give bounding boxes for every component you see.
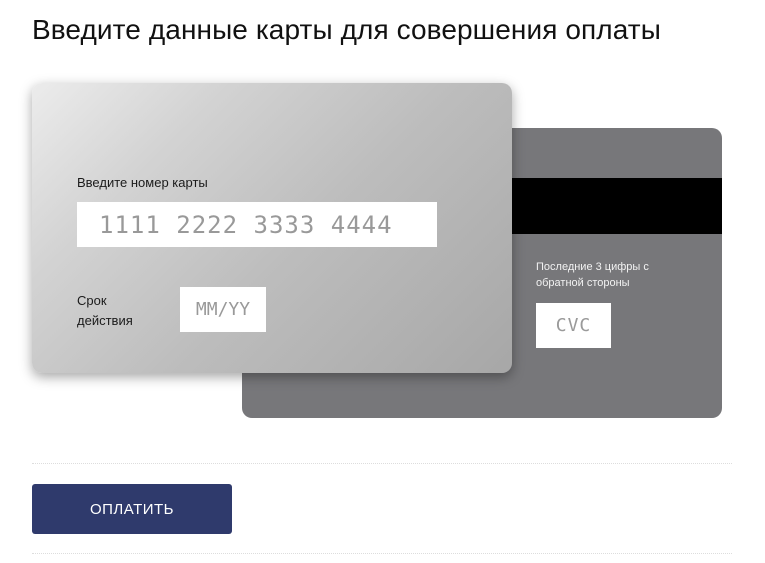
- expiry-label: Срок действия: [77, 293, 133, 328]
- expiry-input[interactable]: [180, 287, 266, 332]
- pay-button[interactable]: ОПЛАТИТЬ: [32, 484, 232, 534]
- cvc-label: Последние 3 цифры с обратной стороны: [536, 261, 649, 289]
- page-title: Введите данные карты для совершения опла…: [32, 14, 661, 45]
- payment-page: Введите данные карты для совершения опла…: [0, 0, 765, 563]
- card-front: Введите номер карты Срок действия: [32, 83, 512, 373]
- card-number-input[interactable]: [77, 202, 437, 247]
- cvc-input[interactable]: [536, 303, 611, 348]
- card-number-label: Введите номер карты: [77, 175, 208, 190]
- divider: [32, 463, 732, 464]
- divider: [32, 553, 732, 554]
